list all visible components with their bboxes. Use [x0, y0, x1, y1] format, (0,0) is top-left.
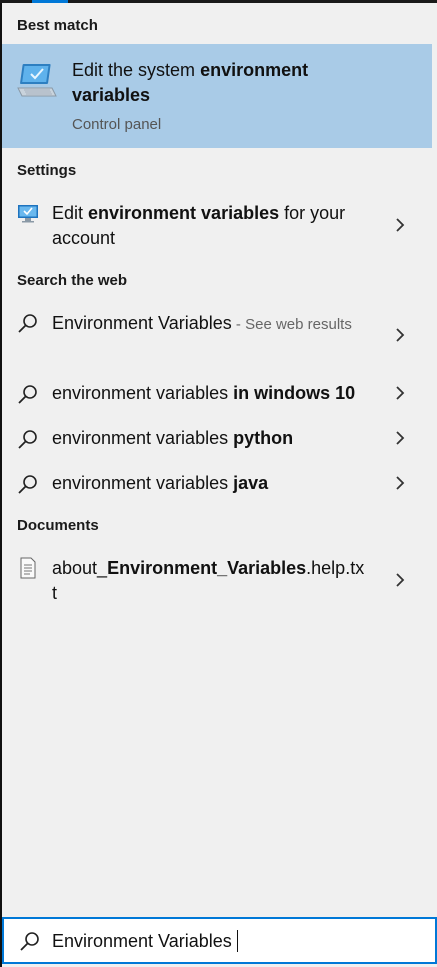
chevron-right-icon[interactable] [393, 570, 407, 590]
search-box[interactable] [2, 917, 437, 964]
text-caret [237, 930, 238, 952]
settings-result-bold: environment variables [88, 203, 280, 223]
chevron-right-icon[interactable] [393, 428, 407, 448]
search-icon [18, 430, 37, 449]
web-result-row[interactable]: Environment Variables - See web results [2, 303, 432, 367]
search-icon [20, 932, 39, 951]
search-icon [18, 385, 37, 404]
chevron-right-icon[interactable] [393, 383, 407, 403]
web-result-row[interactable]: environment variables in windows 10 [2, 377, 432, 419]
web-result-text: environment variables [52, 428, 234, 448]
section-header-best-match: Best match [17, 17, 98, 34]
web-result-bold: python [233, 428, 294, 448]
web-result-bold: java [233, 473, 269, 493]
settings-result-text: Edit [52, 203, 89, 223]
chevron-right-icon[interactable] [393, 215, 407, 235]
best-match-result[interactable]: Edit the system environment variables Co… [2, 44, 432, 148]
section-header-settings: Settings [17, 162, 77, 179]
settings-result-label: Edit environment variables for your acco… [52, 201, 372, 251]
chevron-right-icon[interactable] [393, 473, 407, 493]
settings-result-row[interactable]: Edit environment variables for your acco… [2, 193, 432, 257]
search-icon [18, 314, 37, 333]
search-results-panel: Best match Edit the system environment v… [2, 3, 437, 967]
web-result-suffix: - See web results [231, 316, 352, 333]
web-result-text: environment variables [52, 383, 234, 403]
best-match-subtitle: Control panel [72, 116, 162, 133]
section-header-documents: Documents [17, 517, 99, 534]
system-computer-icon [17, 64, 57, 97]
web-result-label: Environment Variables - See web results [52, 311, 372, 337]
document-result-bold: Environment_Variables [107, 558, 307, 578]
settings-monitor-icon [18, 205, 38, 223]
document-result-text: about_ [52, 558, 108, 578]
section-header-search-web: Search the web [17, 272, 128, 289]
web-result-text: environment variables [52, 473, 234, 493]
document-result-label: about_Environment_Variables.help.txt [52, 556, 367, 606]
text-file-icon [20, 557, 36, 579]
web-result-row[interactable]: environment variables python [2, 422, 432, 464]
web-result-row[interactable]: environment variables java [2, 467, 432, 509]
search-icon [18, 475, 37, 494]
document-result-row[interactable]: about_Environment_Variables.help.txt [2, 548, 432, 612]
web-result-label: environment variables java [52, 471, 372, 496]
web-result-text: Environment Variables [52, 313, 232, 333]
web-result-label: environment variables in windows 10 [52, 381, 372, 406]
best-match-title: Edit the system environment variables [72, 58, 372, 108]
web-result-bold: in windows 10 [233, 383, 356, 403]
best-match-title-text: Edit the system [72, 60, 201, 80]
chevron-right-icon[interactable] [393, 325, 407, 345]
web-result-label: environment variables python [52, 426, 372, 451]
